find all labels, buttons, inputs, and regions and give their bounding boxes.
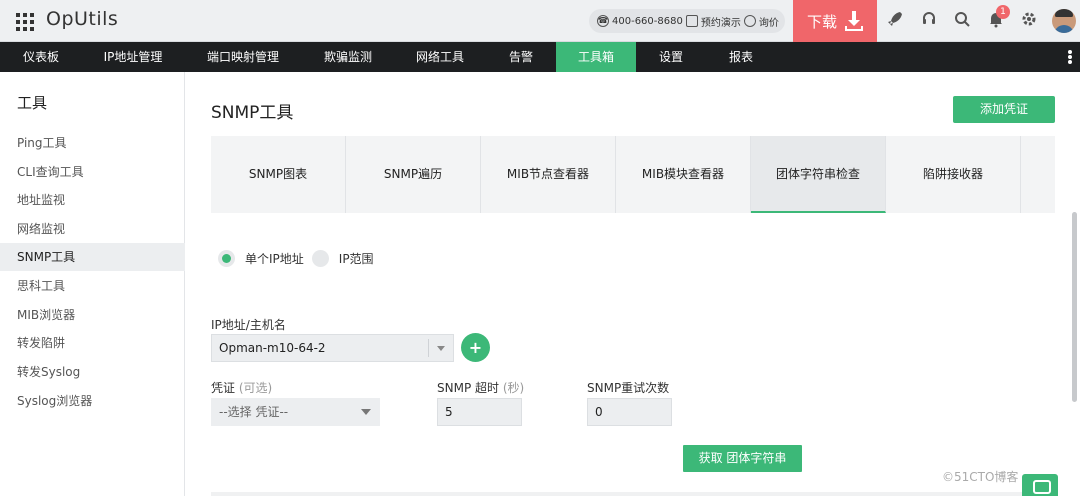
add-ip-button[interactable]: + [461,333,490,362]
chat-icon[interactable] [1022,474,1058,496]
tool-tabs: SNMP图表 SNMP遍历 MIB节点查看器 MIB模块查看器 团体字符串检查 … [211,136,1055,213]
tab-snmp-graph[interactable]: SNMP图表 [211,136,346,213]
chevron-down-icon [361,409,371,415]
demo-link[interactable]: 预约演示 [701,14,741,29]
nav-item-network-tools[interactable]: 网络工具 [394,42,486,72]
ip-field-label: IP地址/主机名 [211,318,286,332]
timeout-hint: (秒) [502,381,525,395]
sidebar-item-snmp-tools[interactable]: SNMP工具 [0,243,185,271]
sidebar-item-forward-syslog[interactable]: 转发Syslog [0,358,185,386]
nav-item-reports[interactable]: 报表 [706,42,776,72]
sidebar-item-cli-query[interactable]: CLI查询工具 [0,158,185,186]
add-credential-button[interactable]: 添加凭证 [953,96,1055,123]
timeout-field-label: SNMP 超时 (秒) [437,379,524,396]
calendar-icon [685,15,698,27]
download-label: 下载 [806,12,837,31]
tab-community-string-check[interactable]: 团体字符串检查 [751,136,886,213]
nav-item-toolbox[interactable]: 工具箱 [556,42,636,72]
page-scrollbar[interactable] [1072,212,1077,402]
sidebar-item-cisco-tools[interactable]: 思科工具 [0,272,185,300]
tab-mib-module-viewer[interactable]: MIB模块查看器 [616,136,751,213]
results-divider [211,492,1055,496]
radio-single-ip-label: 单个IP地址 [245,252,304,266]
sidebar-item-network-monitor[interactable]: 网络监视 [0,215,185,243]
search-icon[interactable] [951,10,973,32]
nav-item-ip-management[interactable]: IP地址管理 [82,42,184,72]
sidebar-item-ping[interactable]: Ping工具 [0,129,185,157]
sidebar-item-forward-traps[interactable]: 转发陷阱 [0,329,185,357]
main-nav: 仪表板 IP地址管理 端口映射管理 欺骗监测 网络工具 告警 工具箱 设置 报表 [0,42,1080,72]
inquiry-link[interactable]: 询价 [759,14,779,29]
retry-field-label: SNMP重试次数 [587,381,670,395]
ip-mode-radio-group: 单个IP地址 IP范围 [218,250,382,267]
credential-select-value: --选择 凭证-- [219,405,289,419]
nav-item-spoof-detection[interactable]: 欺骗监测 [302,42,394,72]
download-icon [845,11,863,31]
main-content: SNMP工具 添加凭证 SNMP图表 SNMP遍历 MIB节点查看器 MIB模块… [186,72,1080,496]
combo-separator [428,339,429,357]
nav-item-dashboard[interactable]: 仪表板 [0,42,82,72]
sidebar-item-mib-browser[interactable]: MIB浏览器 [0,301,185,329]
watermark: ©51CTO博客 [942,470,1019,484]
sidebar-title: 工具 [17,94,48,112]
chat-icon [743,15,756,27]
phone-number: 400-660-8680 [612,15,683,27]
top-bar: OpUtils ☎ 400-660-8680 预约演示 询价 下载 1 [0,0,1080,42]
more-menu-icon[interactable] [1068,50,1072,64]
app-name: OpUtils [46,8,119,30]
nav-item-port-mapping[interactable]: 端口映射管理 [184,42,302,72]
credential-select[interactable]: --选择 凭证-- [211,398,380,426]
user-avatar[interactable] [1052,9,1076,33]
snmp-timeout-input[interactable]: 5 [437,398,522,426]
radio-single-ip[interactable] [218,250,235,267]
headset-icon[interactable] [918,10,940,32]
sidebar-item-address-monitor[interactable]: 地址监视 [0,186,185,214]
sidebar-item-syslog-browser[interactable]: Syslog浏览器 [0,387,185,415]
page-title: SNMP工具 [211,103,294,123]
credential-hint: (可选) [238,381,273,395]
radio-ip-range[interactable] [311,250,329,267]
phone-icon: ☎ [597,15,609,27]
radio-ip-range-label: IP范围 [338,252,374,266]
apps-grid-icon[interactable] [16,13,34,31]
credential-field-label: 凭证 (可选) [211,379,272,396]
tab-trap-receiver[interactable]: 陷阱接收器 [886,136,1021,213]
contact-pill: ☎ 400-660-8680 预约演示 询价 [589,9,785,33]
tab-mib-node-viewer[interactable]: MIB节点查看器 [481,136,616,213]
credential-label-text: 凭证 [211,381,236,395]
ip-hostname-combo[interactable]: Opman-m10-64-2 [211,334,454,362]
notification-badge: 1 [996,5,1010,19]
rocket-icon[interactable] [884,10,906,32]
ip-hostname-value: Opman-m10-64-2 [219,341,326,355]
tab-snmp-walk[interactable]: SNMP遍历 [346,136,481,213]
nav-item-settings[interactable]: 设置 [636,42,706,72]
chevron-down-icon[interactable] [437,346,445,351]
snmp-retry-input[interactable]: 0 [587,398,672,426]
gear-icon[interactable] [1018,10,1040,32]
sidebar: 工具 Ping工具 CLI查询工具 地址监视 网络监视 SNMP工具 思科工具 … [0,72,185,496]
download-button[interactable]: 下载 [793,0,877,42]
nav-item-alarms[interactable]: 告警 [486,42,556,72]
fetch-community-string-button[interactable]: 获取 团体字符串 [683,445,802,472]
timeout-label-text: SNMP 超时 [437,381,499,395]
